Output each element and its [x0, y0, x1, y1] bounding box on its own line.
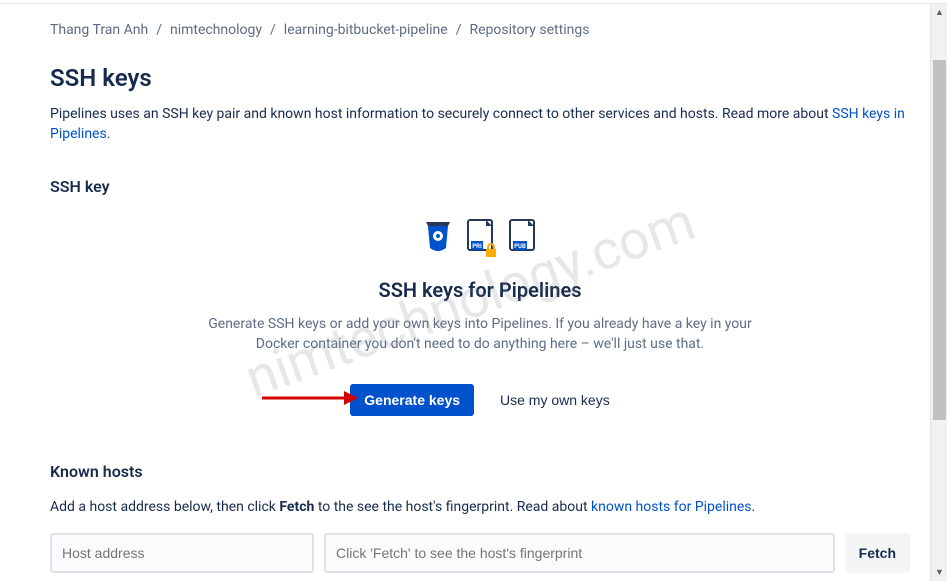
known-hosts-desc: Add a host address below, then click Fet…: [50, 499, 910, 515]
known-desc-suffix: .: [752, 499, 756, 515]
page-title: SSH keys: [50, 64, 910, 92]
desc-suffix: .: [107, 126, 111, 142]
scrollbar[interactable]: ▲ ▼: [930, 4, 947, 581]
svg-text:PRI: PRI: [472, 243, 482, 250]
breadcrumb-sep: /: [156, 22, 162, 38]
page-description: Pipelines uses an SSH key pair and known…: [50, 104, 910, 145]
scroll-down-arrow[interactable]: ▼: [931, 564, 947, 581]
known-desc-bold: Fetch: [279, 499, 314, 515]
use-my-own-keys-button[interactable]: Use my own keys: [500, 392, 610, 408]
bitbucket-icon: [422, 218, 454, 256]
breadcrumb-sep: /: [270, 22, 276, 38]
ssh-keys-panel-desc: Generate SSH keys or add your own keys i…: [200, 314, 760, 355]
pri-key-file-icon: PRI: [466, 218, 496, 256]
crumb-owner[interactable]: Thang Tran Anh: [50, 22, 148, 38]
desc-text: Pipelines uses an SSH key pair and known…: [50, 106, 832, 122]
crumb-repo[interactable]: learning-bitbucket-pipeline: [284, 22, 448, 38]
generate-keys-button[interactable]: Generate keys: [350, 384, 474, 416]
known-desc-part: Add a host address below, then click: [50, 499, 279, 515]
host-address-input[interactable]: [50, 533, 314, 573]
known-hosts-docs-link[interactable]: known hosts for Pipelines: [591, 499, 752, 515]
crumb-settings[interactable]: Repository settings: [469, 22, 589, 38]
ssh-key-heading: SSH key: [50, 177, 910, 196]
known-desc-mid: to the see the host's fingerprint. Read …: [314, 499, 591, 515]
ssh-keys-panel-title: SSH keys for Pipelines: [50, 278, 910, 302]
breadcrumb-sep: /: [456, 22, 462, 38]
pipeline-icon-row: PRI PUB: [50, 218, 910, 256]
scroll-thumb[interactable]: [933, 60, 946, 420]
crumb-project[interactable]: nimtechnology: [170, 22, 262, 38]
breadcrumb: Thang Tran Anh / nimtechnology / learnin…: [50, 22, 910, 38]
svg-text:PUB: PUB: [514, 243, 526, 250]
fingerprint-input[interactable]: [324, 533, 835, 573]
pub-key-file-icon: PUB: [508, 218, 538, 256]
known-hosts-heading: Known hosts: [50, 462, 910, 481]
fetch-button[interactable]: Fetch: [845, 533, 910, 573]
scroll-up-arrow[interactable]: ▲: [931, 4, 947, 21]
